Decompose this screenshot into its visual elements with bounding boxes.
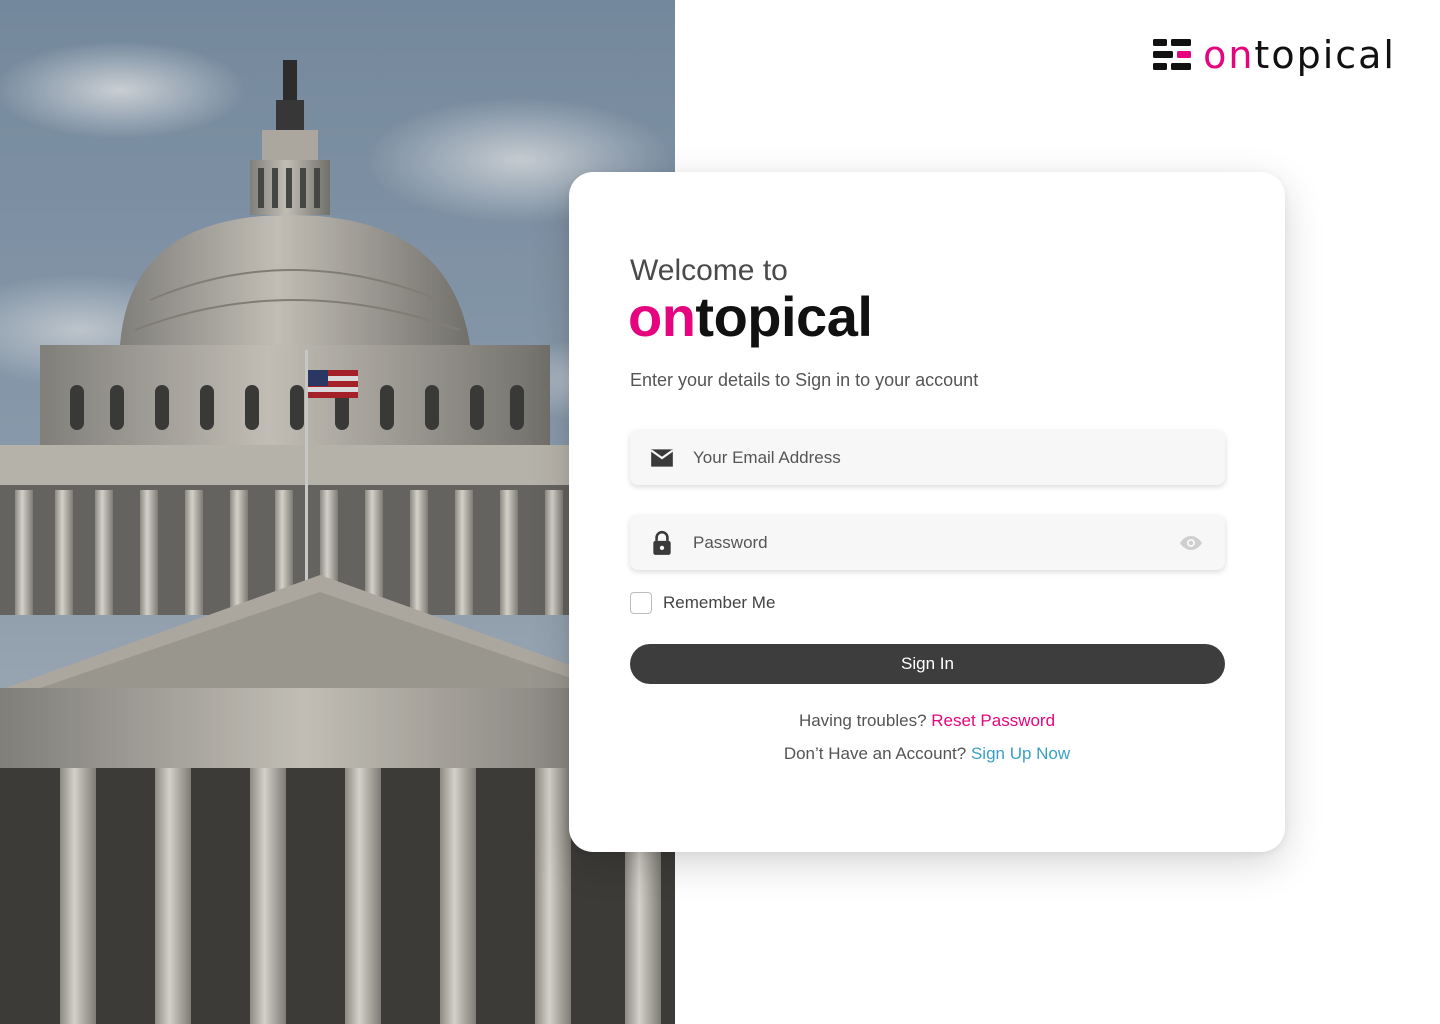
brand-name-accent: on xyxy=(1203,33,1255,77)
ontopical-logo-icon xyxy=(1153,39,1192,70)
brand-name: ontopical xyxy=(1203,36,1396,74)
trouble-line: Having troubles? Reset Password xyxy=(569,711,1285,731)
remember-me-checkbox[interactable] xyxy=(630,592,652,614)
card-title-rest: topical xyxy=(695,285,873,348)
email-input[interactable] xyxy=(693,430,1225,485)
email-field xyxy=(630,430,1225,485)
card-title-accent: on xyxy=(628,285,696,348)
brand-logo[interactable]: ontopical xyxy=(1153,36,1396,74)
password-field xyxy=(630,515,1225,570)
remember-me-label: Remember Me xyxy=(663,593,776,612)
signup-line: Don’t Have an Account? Sign Up Now xyxy=(569,744,1285,764)
card-subtitle: Enter your details to Sign in to your ac… xyxy=(630,370,979,390)
login-card: Welcome to ontopical Enter your details … xyxy=(569,172,1285,852)
password-input[interactable] xyxy=(693,515,1179,570)
lock-icon xyxy=(653,530,671,555)
login-page: ontopical Welcome to ontopical Enter you… xyxy=(0,0,1440,1024)
mail-icon xyxy=(650,448,674,467)
sign-up-link[interactable]: Sign Up Now xyxy=(971,744,1070,763)
signup-text: Don’t Have an Account? xyxy=(783,744,967,763)
remember-me[interactable]: Remember Me xyxy=(630,592,775,614)
welcome-text: Welcome to xyxy=(630,254,788,287)
eye-icon[interactable] xyxy=(1179,531,1203,555)
card-title: ontopical xyxy=(628,285,873,349)
reset-password-link[interactable]: Reset Password xyxy=(931,711,1055,730)
sign-in-button[interactable]: Sign In xyxy=(630,644,1225,684)
trouble-text: Having troubles? xyxy=(798,711,927,730)
brand-name-rest: topical xyxy=(1254,33,1396,77)
